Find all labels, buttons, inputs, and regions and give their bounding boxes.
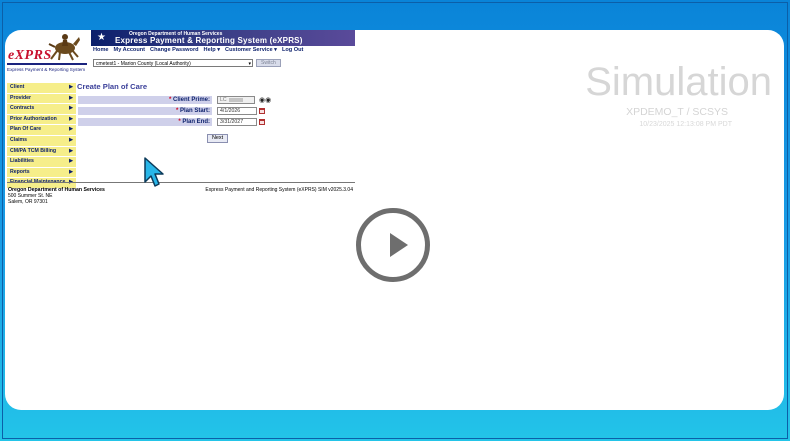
menu-item-tcm-billing[interactable]: CM/PA TCM Billing ▶ [7,146,76,158]
menu-item-label: Client [10,84,25,90]
footer-version: Express Payment and Reporting System (eX… [205,187,353,193]
header-banner: ★ Oregon Department of Human Services Ex… [91,30,355,46]
logo-subtitle: Express Payment & Reporting System [7,67,86,72]
switch-button[interactable]: Switch [256,59,281,67]
context-selector-row: cmetest1 - Marion County (Local Authorit… [93,59,281,67]
chevron-down-icon: ▾ [248,61,251,67]
simulation-card: eXPRS Express Payment & Reporting System… [5,30,784,410]
nav-help[interactable]: Help ▾ [204,47,220,53]
plan-start-row: * Plan Start: [78,107,212,115]
nav-customer-service[interactable]: Customer Service ▾ [225,47,277,53]
caret-right-icon: ▶ [69,168,73,175]
menu-item-label: Reports [10,168,30,175]
nav-change-password[interactable]: Change Password [150,47,199,53]
calendar-icon[interactable] [259,119,265,125]
nav-home[interactable]: Home [93,47,109,53]
menu-item-plan-of-care[interactable]: Plan Of Care ▶ [7,125,76,136]
menu-item-client[interactable]: Client ▶ [7,83,76,94]
menu-item-label: Plan Of Care [10,126,42,133]
footer-address: Oregon Department of Human Services 500 … [8,187,105,205]
runner-icon: ★ [97,32,106,43]
menu-item-label: Contracts [10,105,35,112]
caret-right-icon: ▶ [69,105,73,112]
binoculars-icon[interactable]: ◉◉ [259,96,271,104]
menu-item-label: CM/PA TCM Billing [10,147,57,154]
caret-right-icon: ▶ [69,84,73,90]
plan-end-label-text: Plan End: [182,119,210,125]
client-prime-value: LC [220,97,227,103]
menu-item-reports[interactable]: Reports ▶ [7,167,76,179]
menu-item-prior-authorization[interactable]: Prior Authorization ▶ [7,114,76,126]
plan-start-label-text: Plan Start: [179,108,210,114]
page-title: Create Plan of Care [77,82,148,91]
menu-item-label: Liabilities [10,158,34,165]
caret-right-icon: ▶ [69,126,73,133]
context-select[interactable]: cmetest1 - Marion County (Local Authorit… [93,59,253,67]
client-prime-label-text: Client Prime: [172,97,210,103]
plan-end-field[interactable]: 3/31/2027 [217,118,257,126]
logo-text: eXPRS [8,48,52,63]
play-icon [390,233,408,257]
menu-item-contracts[interactable]: Contracts ▶ [7,104,76,115]
play-button[interactable] [356,208,430,282]
caret-right-icon: ▶ [69,115,73,122]
caret-right-icon: ▶ [69,136,73,143]
exprs-app: eXPRS Express Payment & Reporting System… [5,30,357,230]
menu-item-liabilities[interactable]: Liabilities ▶ [7,157,76,168]
required-marker: * [178,119,181,125]
simulation-user: XPDEMO_T / SCSYS [626,106,728,118]
plan-start-field[interactable]: 4/1/2026 [217,107,257,115]
caret-right-icon: ▶ [69,158,73,165]
banner-title: Express Payment & Reporting System (eXPR… [115,36,303,45]
simulation-watermark: Simulation [585,60,772,104]
menu-item-label: Provider [10,94,32,101]
menu-item-label: Claims [10,136,28,143]
masked-text [228,97,243,102]
footer-divider [7,182,355,183]
top-navigation: Home My Account Change Password Help ▾ C… [93,47,303,53]
simulation-datetime: 10/23/2025 12:13:08 PM PDT [639,121,732,128]
plan-end-label: * Plan End: [178,118,210,126]
nav-my-account[interactable]: My Account [114,47,146,53]
client-prime-field[interactable]: LC [217,96,255,104]
footer-address-line2: Salem, OR 97301 [8,199,48,205]
menu-item-label: Prior Authorization [10,115,57,122]
mouse-pointer-icon [144,157,164,187]
plan-end-row: * Plan End: [78,118,212,126]
caret-right-icon: ▶ [69,147,73,154]
exprs-logo[interactable]: eXPRS Express Payment & Reporting System [5,30,91,74]
left-menu: Client ▶ Provider ▶ Contracts ▶ Prior Autho… [7,83,76,189]
menu-item-provider[interactable]: Provider ▶ [7,93,76,105]
next-button[interactable]: Next [207,134,229,143]
client-prime-row: * Client Prime: [78,96,212,104]
logo-underline [7,63,87,65]
menu-item-claims[interactable]: Claims ▶ [7,135,76,147]
client-prime-label: * Client Prime: [169,96,210,104]
required-marker: * [168,97,172,103]
plan-start-label: * Plan Start: [176,107,210,115]
required-marker: * [175,108,179,114]
nav-log-out[interactable]: Log Out [282,47,303,53]
context-select-value: cmetest1 - Marion County (Local Authorit… [96,61,191,67]
calendar-icon[interactable] [259,108,265,114]
caret-right-icon: ▶ [69,94,73,101]
